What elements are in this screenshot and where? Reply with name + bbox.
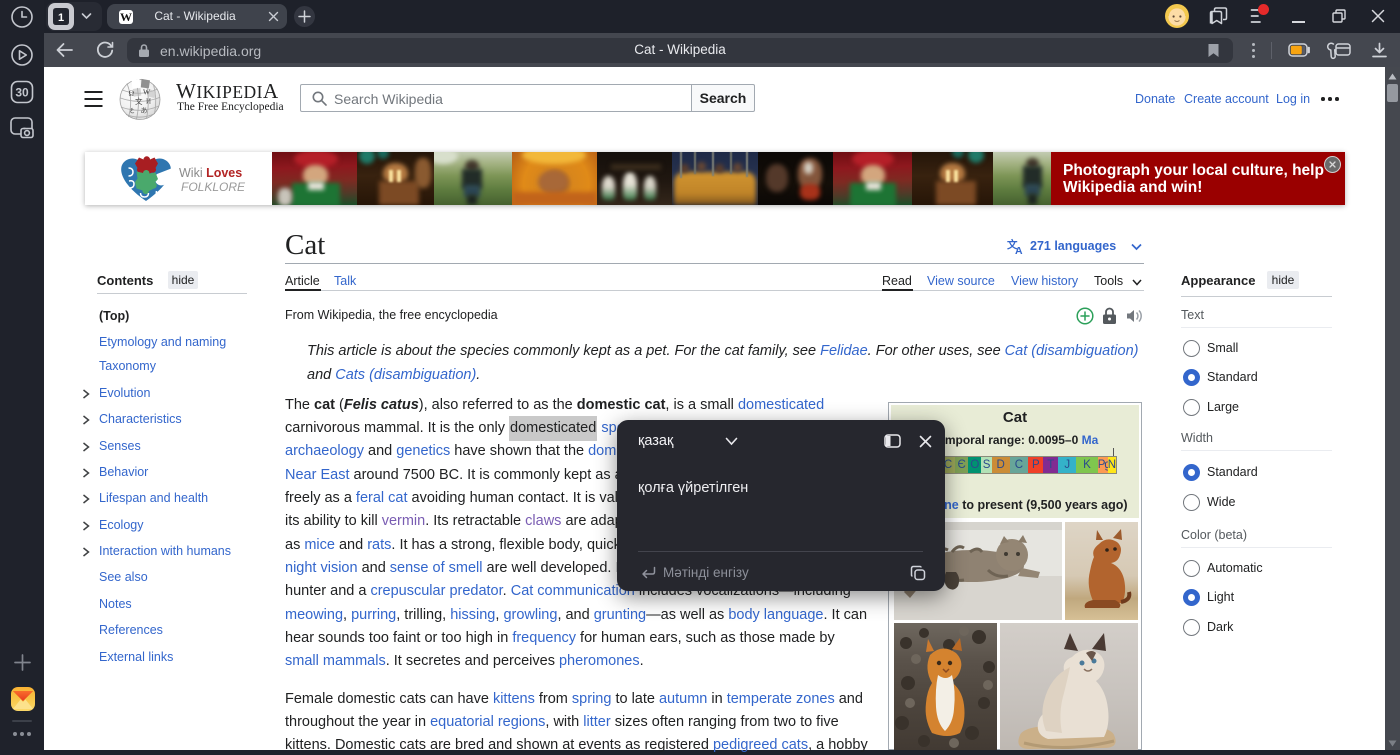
svg-text:Ω: Ω	[129, 89, 135, 98]
svg-text:W: W	[143, 88, 151, 97]
svg-text:文: 文	[135, 96, 143, 106]
svg-text:1: 1	[58, 12, 64, 24]
svg-text:30: 30	[15, 86, 29, 100]
svg-text:И: И	[146, 98, 151, 106]
svg-text:A: A	[1015, 245, 1023, 255]
svg-text:あ: あ	[141, 107, 148, 115]
